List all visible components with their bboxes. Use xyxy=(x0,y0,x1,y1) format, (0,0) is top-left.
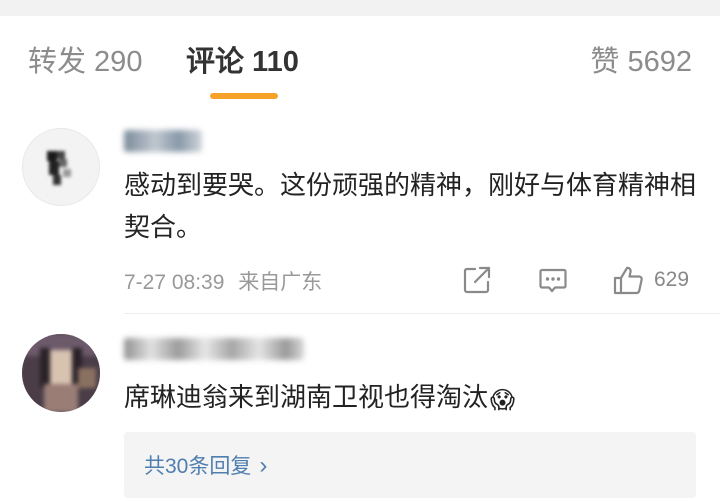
replies-count-label: 共30条回复 xyxy=(144,455,252,478)
avatar[interactable] xyxy=(22,128,100,206)
top-strip xyxy=(0,0,720,16)
avatar[interactable] xyxy=(22,334,100,412)
tab-comments[interactable]: 评论 110 xyxy=(186,44,299,80)
like-count: 629 xyxy=(654,268,690,291)
comment-meta: 7-27 08:39 来自广东 xyxy=(124,266,322,296)
comment-text: 席琳迪翁来到湖南卫视也得淘汰😱 xyxy=(124,376,704,422)
like-button[interactable]: 629 xyxy=(612,264,689,296)
username-blurred[interactable] xyxy=(124,338,304,360)
comment-text: 感动到要哭。这份顽强的精神，刚好与体育精神相契合。 xyxy=(124,170,697,242)
view-replies-link[interactable]: 共30条回复 › xyxy=(144,450,267,480)
tab-likes[interactable]: 赞 5692 xyxy=(590,44,692,80)
avatar-image xyxy=(47,151,71,185)
tab-bar: 转发 290 评论 110 赞 5692 xyxy=(0,16,720,120)
username-blurred[interactable] xyxy=(124,130,202,152)
replies-box[interactable]: 共30条回复 › xyxy=(124,432,696,498)
avatar-image xyxy=(22,334,100,412)
active-tab-indicator xyxy=(210,93,278,99)
share-button[interactable] xyxy=(462,264,492,296)
comment-source: 来自广东 xyxy=(238,271,323,294)
share-icon xyxy=(463,266,491,294)
scream-emoji-icon: 😱 xyxy=(490,387,516,414)
like-icon xyxy=(613,266,643,295)
comment-time: 7-27 08:39 xyxy=(124,271,225,294)
reply-icon xyxy=(539,268,567,293)
tab-repost[interactable]: 转发 290 xyxy=(28,44,142,80)
chevron-right-icon: › xyxy=(259,452,268,479)
comment-item: 感动到要哭。这份顽强的精神，刚好与体育精神相契合。 7-27 08:39 来自广… xyxy=(0,104,720,314)
comment-item: 席琳迪翁来到湖南卫视也得淘汰😱 共30条回复 › xyxy=(0,314,720,501)
reply-button[interactable] xyxy=(538,264,568,296)
comment-text-body: 席琳迪翁来到湖南卫视也得淘汰 xyxy=(124,382,489,412)
